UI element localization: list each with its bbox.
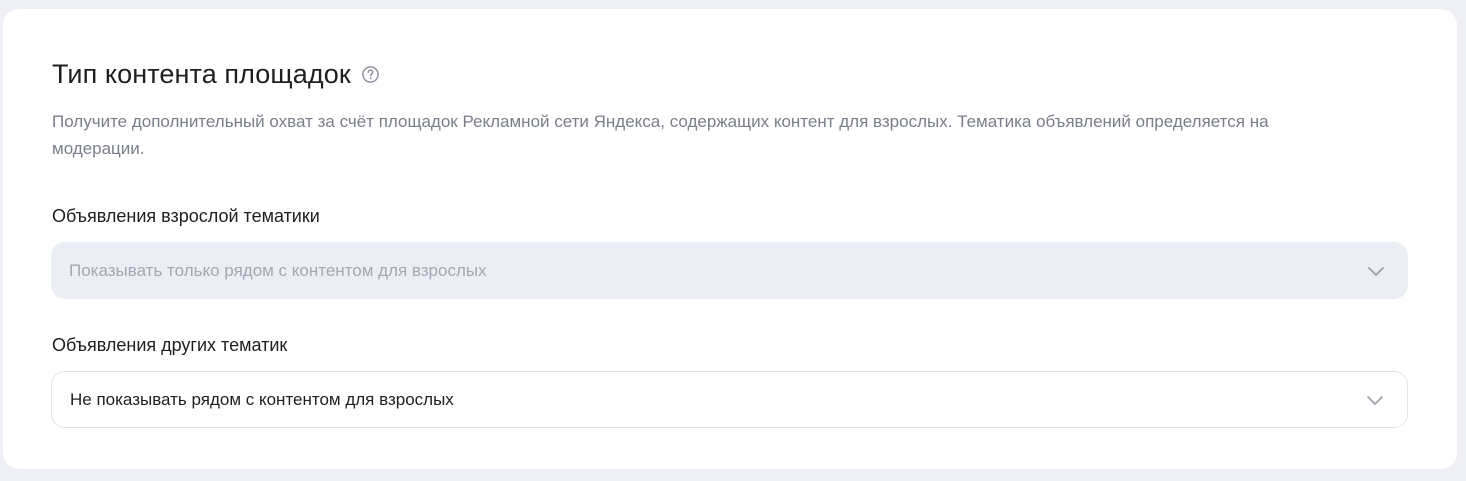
chevron-down-icon <box>1364 259 1388 283</box>
section-title: Тип контента площадок <box>52 59 351 89</box>
other-ads-select[interactable]: Не показывать рядом с контентом для взро… <box>51 371 1408 428</box>
question-circle-icon[interactable] <box>361 65 380 84</box>
adult-ads-label: Объявления взрослой тематики <box>52 206 320 226</box>
adult-ads-select-value: Показывать только рядом с контентом для … <box>69 260 487 280</box>
chevron-down-icon[interactable] <box>1363 388 1387 412</box>
other-ads-label: Объявления других тематик <box>52 335 288 355</box>
adult-ads-select: Показывать только рядом с контентом для … <box>51 242 1408 299</box>
section-header: Тип контента площадок <box>52 59 380 90</box>
section-description: Получите дополнительный охват за счёт пл… <box>52 112 1269 158</box>
content-type-card: Тип контента площадок Получите дополните… <box>3 9 1457 469</box>
other-ads-select-value: Не показывать рядом с контентом для взро… <box>70 389 454 409</box>
